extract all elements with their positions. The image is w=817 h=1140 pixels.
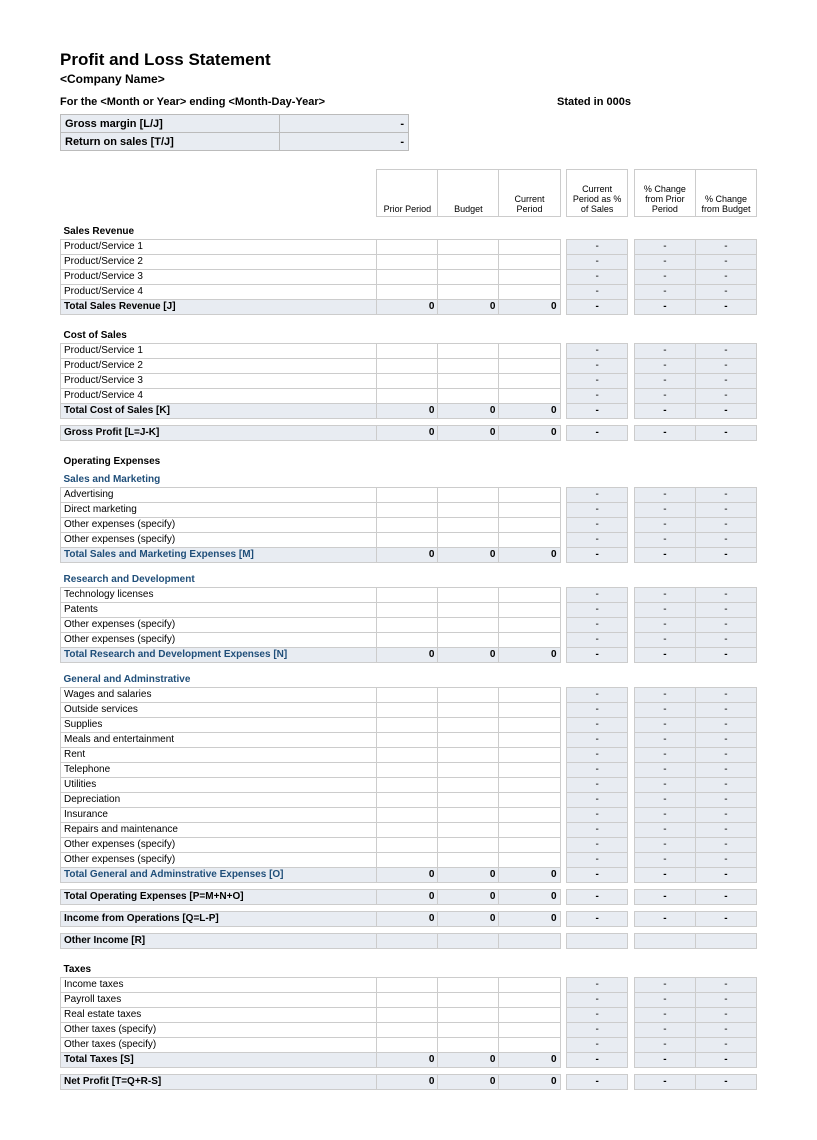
total-row: Total Research and Development Expenses … [61, 648, 757, 663]
section-header: Sales and Marketing [61, 469, 757, 488]
return-on-sales-label: Return on sales [T/J] [61, 133, 280, 151]
section-header: Operating Expenses [61, 447, 757, 469]
table-row: Technology licenses--- [61, 588, 757, 603]
table-row: Advertising--- [61, 488, 757, 503]
total-row: Total Taxes [S]000--- [61, 1053, 757, 1068]
stated-in: Stated in 000s [557, 96, 757, 108]
total-row: Total General and Adminstrative Expenses… [61, 868, 757, 883]
total-row: Net Profit [T=Q+R-S]000--- [61, 1075, 757, 1090]
table-row: Real estate taxes--- [61, 1008, 757, 1023]
col-current-period: Current Period [499, 170, 560, 217]
table-row: Other taxes (specify)--- [61, 1038, 757, 1053]
col-pct-change-prior: % Change from Prior Period [634, 170, 695, 217]
table-row: Other taxes (specify)--- [61, 1023, 757, 1038]
pnl-table: Prior Period Budget Current Period Curre… [60, 169, 757, 1090]
table-row: Other expenses (specify)--- [61, 518, 757, 533]
table-row: Payroll taxes--- [61, 993, 757, 1008]
table-row: Product/Service 4--- [61, 389, 757, 404]
period-text: For the <Month or Year> ending <Month-Da… [60, 96, 557, 108]
col-pct-change-budget: % Change from Budget [695, 170, 756, 217]
table-row: Product/Service 1--- [61, 240, 757, 255]
table-row: Utilities--- [61, 778, 757, 793]
table-row: Product/Service 3--- [61, 270, 757, 285]
table-row: Meals and entertainment--- [61, 733, 757, 748]
total-row: Income from Operations [Q=L-P]000--- [61, 912, 757, 927]
gross-margin-value: - [280, 115, 409, 133]
table-row: Rent--- [61, 748, 757, 763]
total-row: Other Income [R] [61, 934, 757, 949]
table-row: Telephone--- [61, 763, 757, 778]
table-row: Product/Service 4--- [61, 285, 757, 300]
table-row: Repairs and maintenance--- [61, 823, 757, 838]
table-row: Direct marketing--- [61, 503, 757, 518]
gross-margin-label: Gross margin [L/J] [61, 115, 280, 133]
col-prior-period: Prior Period [377, 170, 438, 217]
table-row: Depreciation--- [61, 793, 757, 808]
table-row: Other expenses (specify)--- [61, 838, 757, 853]
section-header: Sales Revenue [61, 217, 757, 240]
page-title: Profit and Loss Statement [60, 50, 757, 70]
section-header: General and Adminstrative [61, 669, 757, 688]
total-row: Gross Profit [L=J-K]000--- [61, 426, 757, 441]
return-on-sales-value: - [280, 133, 409, 151]
table-row: Other expenses (specify)--- [61, 533, 757, 548]
col-pct-of-sales: Current Period as % of Sales [567, 170, 628, 217]
total-row: Total Sales Revenue [J]000--- [61, 300, 757, 315]
company-name: <Company Name> [60, 72, 757, 86]
table-row: Product/Service 1--- [61, 344, 757, 359]
table-row: Other expenses (specify)--- [61, 853, 757, 868]
section-header: Cost of Sales [61, 321, 757, 344]
total-row: Total Cost of Sales [K]000--- [61, 404, 757, 419]
key-metrics-table: Gross margin [L/J] - Return on sales [T/… [60, 114, 409, 151]
section-header: Taxes [61, 955, 757, 978]
table-row: Outside services--- [61, 703, 757, 718]
table-row: Product/Service 2--- [61, 359, 757, 374]
table-row: Product/Service 3--- [61, 374, 757, 389]
table-row: Product/Service 2--- [61, 255, 757, 270]
table-row: Patents--- [61, 603, 757, 618]
table-row: Wages and salaries--- [61, 688, 757, 703]
table-row: Insurance--- [61, 808, 757, 823]
table-row: Supplies--- [61, 718, 757, 733]
table-row: Other expenses (specify)--- [61, 618, 757, 633]
table-row: Income taxes--- [61, 978, 757, 993]
total-row: Total Operating Expenses [P=M+N+O]000--- [61, 890, 757, 905]
col-budget: Budget [438, 170, 499, 217]
table-row: Other expenses (specify)--- [61, 633, 757, 648]
total-row: Total Sales and Marketing Expenses [M]00… [61, 548, 757, 563]
section-header: Research and Development [61, 569, 757, 588]
